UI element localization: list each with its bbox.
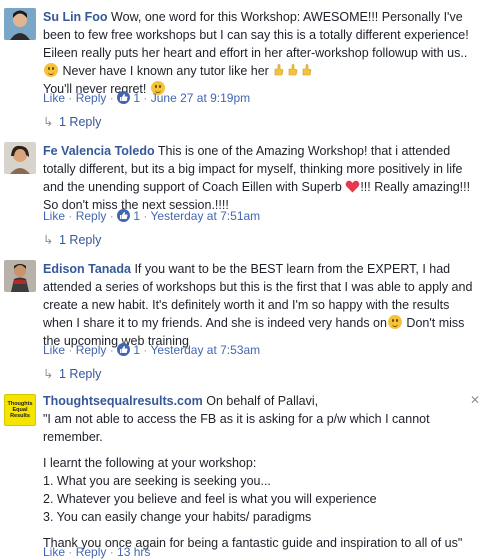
comment-text: Never have I known any tutor like her [59, 64, 269, 78]
pointing-hand-emoji [275, 64, 284, 76]
reply-link[interactable]: Reply [76, 343, 107, 357]
smile-emoji [387, 315, 402, 329]
view-replies-link[interactable]: ↳ 1 Reply [43, 114, 101, 130]
reply-arrow-icon: ↳ [43, 233, 54, 247]
thumbs-up-icon [117, 209, 131, 222]
like-link[interactable]: Like [43, 209, 65, 223]
avatar-logo-text: Thoughts Equal Results [7, 401, 33, 419]
pointing-hand-emoji [303, 64, 312, 76]
comment-text: Wow, one word for this Workshop: AWESOME… [43, 10, 469, 60]
comment-author[interactable]: Su Lin Foo [43, 10, 108, 24]
reply-link[interactable]: Reply [76, 209, 107, 223]
comment-text: 3. You can easily change your habits/ pa… [43, 510, 312, 524]
like-link[interactable]: Like [43, 343, 65, 357]
comment-author[interactable]: Edison Tanada [43, 262, 131, 276]
comment-author[interactable]: Thoughtsequalresults.com [43, 394, 203, 408]
comment-actions: Like · Reply · 13 hrs [43, 545, 151, 559]
smile-emoji [44, 63, 58, 77]
comment-text: On behalf of Pallavi, [202, 394, 319, 408]
avatar-su-lin-foo[interactable] [4, 8, 36, 40]
view-replies-link[interactable]: ↳ 1 Reply [43, 232, 101, 248]
comment-timestamp[interactable]: 13 hrs [117, 545, 150, 559]
like-link[interactable]: Like [43, 91, 65, 105]
comment-timestamp[interactable]: Yesterday at 7:51am [151, 209, 261, 223]
comment-text: I learnt the following at your workshop: [43, 456, 257, 470]
comment-actions: Like · Reply · 1 · June 27 at 9:19pm [43, 91, 251, 105]
comment-text: "I am not able to access the FB as it is… [43, 412, 430, 444]
pointing-hand-emoji [289, 64, 298, 76]
avatar-thoughtsequalresults[interactable]: Thoughts Equal Results [4, 394, 36, 426]
thumbs-up-icon [117, 91, 131, 104]
reply-arrow-icon: ↳ [43, 115, 54, 129]
comment-actions: Like · Reply · 1 · Yesterday at 7:53am [43, 343, 261, 357]
avatar-edison-tanada[interactable] [4, 260, 36, 292]
comment-timestamp[interactable]: Yesterday at 7:53am [151, 343, 261, 357]
replies-count[interactable]: 1 Reply [59, 115, 101, 129]
view-replies-link[interactable]: ↳ 1 Reply [43, 366, 101, 382]
reply-arrow-icon: ↳ [43, 367, 54, 381]
comment-author[interactable]: Fe Valencia Toledo [43, 144, 155, 158]
thumbs-up-icon [117, 343, 131, 356]
replies-count[interactable]: 1 Reply [59, 233, 101, 247]
avatar-fe-valencia-toledo[interactable] [4, 142, 36, 174]
like-count[interactable]: 1 [133, 209, 140, 223]
comment-actions: Like · Reply · 1 · Yesterday at 7:51am [43, 209, 261, 223]
like-count[interactable]: 1 [133, 343, 140, 357]
reply-link[interactable]: Reply [76, 91, 107, 105]
reply-link[interactable]: Reply [76, 545, 107, 559]
comment-text: 2. Whatever you believe and feel is what… [43, 492, 377, 506]
comment-text: 1. What you are seeking is seeking you..… [43, 474, 271, 488]
replies-count[interactable]: 1 Reply [59, 367, 101, 381]
heart-emoji [345, 180, 360, 193]
like-count[interactable]: 1 [133, 91, 140, 105]
close-icon[interactable]: ✕ [470, 393, 480, 407]
comment-timestamp[interactable]: June 27 at 9:19pm [151, 91, 250, 105]
like-link[interactable]: Like [43, 545, 65, 559]
